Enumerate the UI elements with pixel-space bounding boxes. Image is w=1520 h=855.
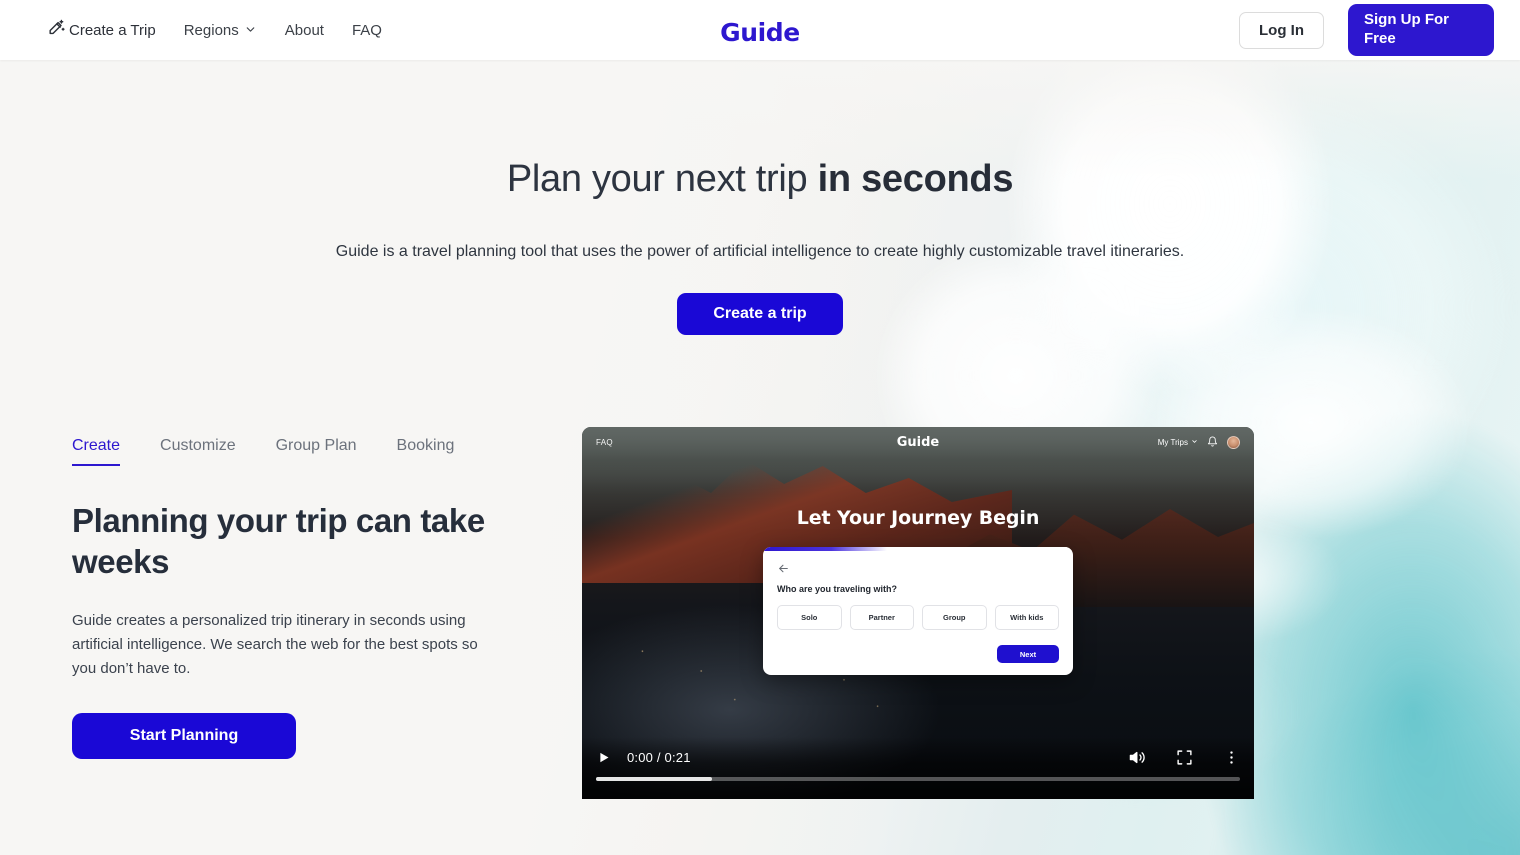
start-planning-button[interactable]: Start Planning xyxy=(72,712,296,759)
video-nav-my-trips: My Trips xyxy=(1158,438,1198,447)
features-heading: Planning your trip can take weeks xyxy=(72,502,485,581)
video-controls: 0:00 / 0:21 xyxy=(582,737,1254,799)
features-body: Guide creates a personalized trip itiner… xyxy=(72,611,478,677)
video-chevron-down-icon xyxy=(1191,438,1198,447)
nav-create-a-trip-label: Create a Trip xyxy=(69,21,156,39)
nav-item-about[interactable]: About xyxy=(285,22,324,39)
page-content: Plan your next trip in seconds Guide is … xyxy=(0,60,1520,799)
modal-option-group[interactable]: Group xyxy=(922,605,987,630)
video-time-display: 0:00 / 0:21 xyxy=(627,749,691,765)
modal-option-with-kids[interactable]: With kids xyxy=(994,605,1059,630)
video-question-modal: Who are you traveling with? Solo Partner… xyxy=(763,547,1073,675)
video-controls-right xyxy=(1129,749,1240,766)
modal-question: Who are you traveling with? xyxy=(777,584,898,594)
tab-booking[interactable]: Booking xyxy=(397,437,455,466)
volume-icon[interactable] xyxy=(1129,749,1146,766)
hero-subtitle: Guide is a travel planning tool that use… xyxy=(335,243,1185,260)
modal-option-partner[interactable]: Partner xyxy=(849,605,914,630)
video-bell-icon xyxy=(1207,436,1218,449)
tab-customize[interactable]: Customize xyxy=(160,437,236,466)
hero-title-bold: in seconds xyxy=(817,158,1014,200)
features-section: Create Customize Group Plan Booking Plan… xyxy=(0,427,1520,799)
play-icon[interactable] xyxy=(596,750,611,765)
hero-title-regular: Plan your next trip xyxy=(506,158,818,200)
modal-back-arrow-icon[interactable] xyxy=(777,562,1059,575)
features-tabs: Create Customize Group Plan Booking xyxy=(72,437,552,466)
features-text-column: Create Customize Group Plan Booking Plan… xyxy=(72,427,552,799)
magic-wand-icon xyxy=(46,18,66,42)
nav-item-regions[interactable]: Regions xyxy=(184,21,257,40)
more-options-icon[interactable] xyxy=(1223,749,1240,766)
nav-item-faq-label: FAQ xyxy=(351,21,382,39)
video-nav-my-trips-label: My Trips xyxy=(1157,437,1188,447)
video-nav-right: My Trips xyxy=(1158,435,1240,449)
video-controls-row: 0:00 / 0:21 xyxy=(596,737,1240,777)
tab-group-plan[interactable]: Group Plan xyxy=(276,437,357,466)
demo-video-player[interactable]: FAQ Guide My Trips Let Your Journey Begi… xyxy=(582,427,1254,799)
fullscreen-icon[interactable] xyxy=(1176,749,1193,766)
modal-next-button[interactable]: Next xyxy=(997,645,1059,663)
video-app-nav: FAQ Guide My Trips xyxy=(582,427,1254,457)
hero-create-trip-button[interactable]: Create a trip xyxy=(677,293,843,335)
primary-nav: Create a Trip Regions About FAQ xyxy=(46,18,382,42)
signup-button[interactable]: Sign Up For Free xyxy=(1348,4,1494,56)
nav-create-a-trip[interactable]: Create a Trip xyxy=(46,18,156,42)
tab-create[interactable]: Create xyxy=(72,437,121,466)
video-avatar xyxy=(1227,435,1240,449)
video-nav-faq: FAQ xyxy=(596,437,613,447)
hero-title: Plan your next trip in seconds xyxy=(0,158,1520,201)
modal-option-solo[interactable]: Solo xyxy=(777,605,842,630)
video-buffered-range xyxy=(596,777,712,781)
modal-footer: Next xyxy=(777,645,1059,663)
modal-options: Solo Partner Group With kids xyxy=(777,605,1059,630)
landing-page: Create a Trip Regions About FAQ Guide Lo… xyxy=(0,0,1520,855)
modal-body: Who are you traveling with? Solo Partner… xyxy=(763,551,1073,675)
video-progress-bar[interactable] xyxy=(596,777,1240,781)
login-button[interactable]: Log In xyxy=(1239,11,1324,49)
chevron-down-icon xyxy=(244,23,257,40)
nav-item-regions-label: Regions xyxy=(183,21,239,39)
video-headline: Let Your Journey Begin xyxy=(796,507,1040,529)
video-app-logo: Guide xyxy=(896,434,940,450)
site-header: Create a Trip Regions About FAQ Guide Lo… xyxy=(0,0,1520,60)
hero-section: Plan your next trip in seconds Guide is … xyxy=(0,60,1520,335)
nav-item-about-label: About xyxy=(284,21,324,39)
site-logo[interactable]: Guide xyxy=(720,18,800,47)
nav-item-faq[interactable]: FAQ xyxy=(352,22,382,39)
header-actions: Log In Sign Up For Free xyxy=(1239,4,1494,56)
